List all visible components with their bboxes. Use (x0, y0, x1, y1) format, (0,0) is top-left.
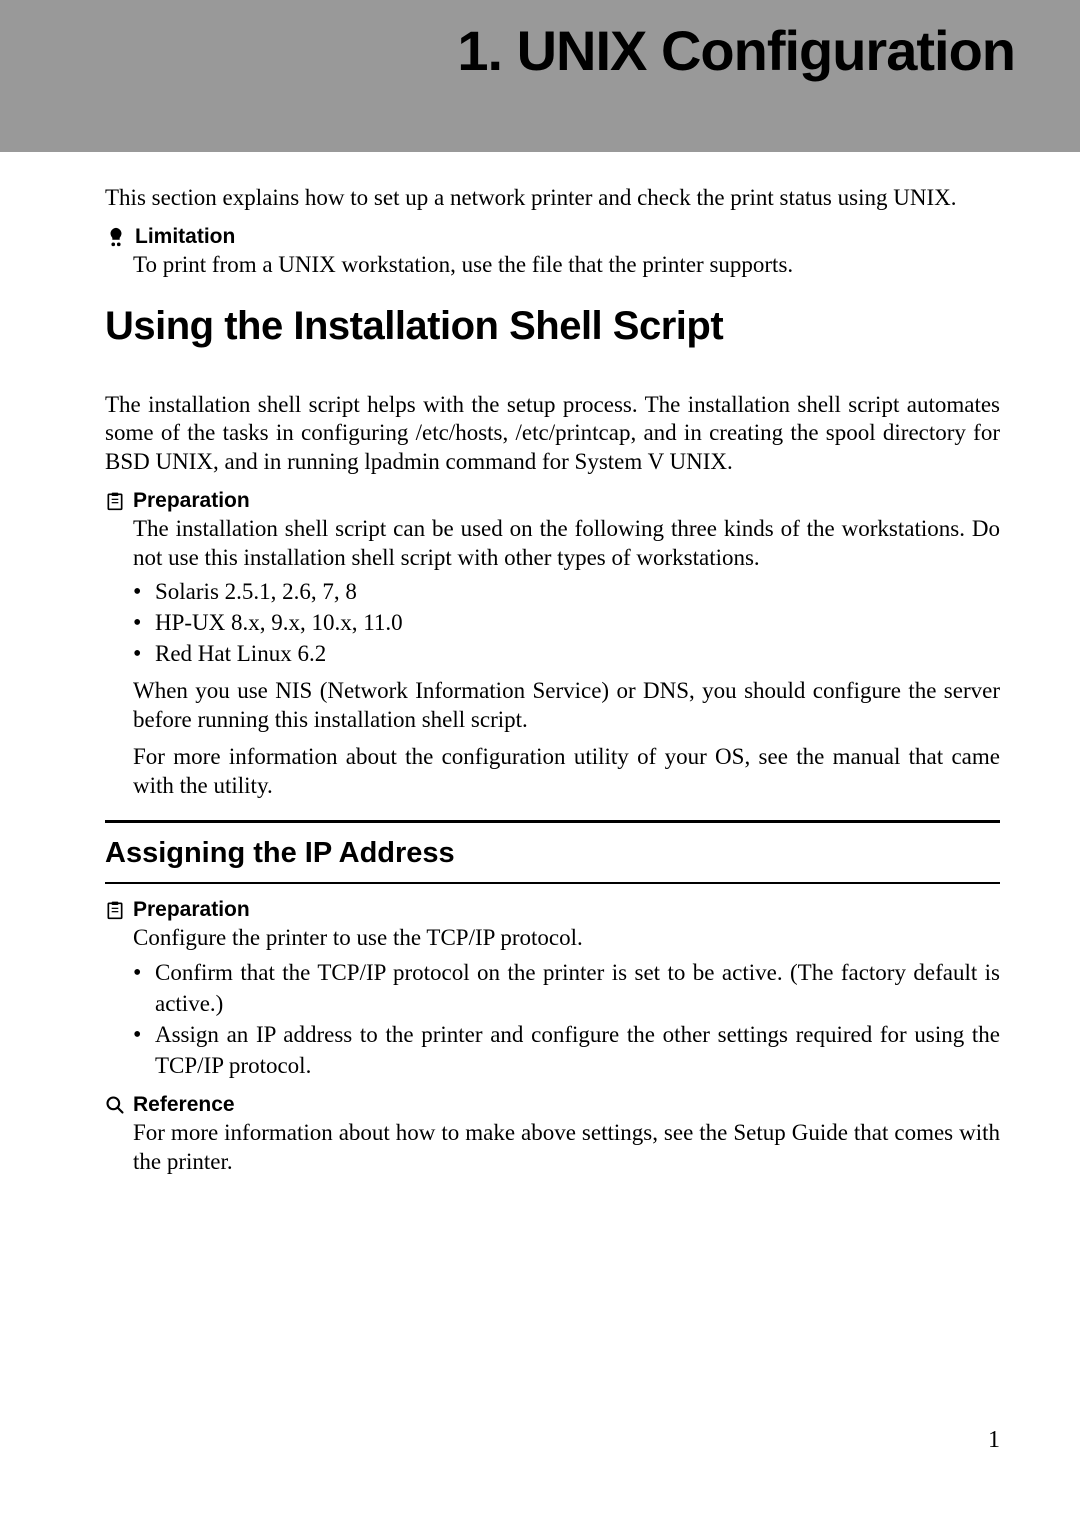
preparation2-block: Preparation Configure the printer to use… (105, 898, 1000, 1081)
clipboard-icon (105, 491, 125, 511)
preparation1-after1: When you use NIS (Network Information Se… (105, 677, 1000, 735)
preparation1-list: Solaris 2.5.1, 2.6, 7, 8 HP-UX 8.x, 9.x,… (105, 576, 1000, 669)
reference-text: For more information about how to make a… (105, 1119, 1000, 1177)
preparation1-label: Preparation (133, 489, 250, 513)
list-item: HP-UX 8.x, 9.x, 10.x, 11.0 (155, 607, 1000, 638)
magnifier-icon (105, 1093, 125, 1117)
reference-label: Reference (133, 1093, 235, 1117)
subsection-rule-bottom (105, 882, 1000, 884)
list-item: Assign an IP address to the printer and … (155, 1019, 1000, 1081)
preparation2-header: Preparation (105, 898, 1000, 922)
list-item: Solaris 2.5.1, 2.6, 7, 8 (155, 576, 1000, 607)
page-number: 1 (988, 1427, 1000, 1454)
list-item: Confirm that the TCP/IP protocol on the … (155, 957, 1000, 1019)
preparation1-after2: For more information about the configura… (105, 743, 1000, 801)
limitation-label: Limitation (135, 225, 235, 249)
preparation1-header: Preparation (105, 489, 1000, 513)
page-content: This section explains how to set up a ne… (0, 152, 1080, 1177)
chapter-title: 1. UNIX Configuration (0, 18, 1015, 83)
preparation1-block: Preparation The installation shell scrip… (105, 489, 1000, 801)
intro-paragraph: This section explains how to set up a ne… (105, 184, 1000, 213)
preparation2-list: Confirm that the TCP/IP protocol on the … (105, 957, 1000, 1081)
limitation-icon (105, 226, 127, 248)
limitation-text: To print from a UNIX workstation, use th… (105, 251, 1000, 280)
list-item: Red Hat Linux 6.2 (155, 638, 1000, 669)
subsection-title-ip: Assigning the IP Address (105, 823, 1000, 882)
preparation2-label: Preparation (133, 898, 250, 922)
reference-block: Reference For more information about how… (105, 1093, 1000, 1177)
section1-paragraph: The installation shell script helps with… (105, 391, 1000, 477)
reference-header: Reference (105, 1093, 1000, 1117)
preparation2-intro: Configure the printer to use the TCP/IP … (105, 924, 1000, 953)
limitation-header: Limitation (105, 225, 1000, 249)
clipboard-icon (105, 900, 125, 920)
limitation-block: Limitation To print from a UNIX workstat… (105, 225, 1000, 280)
preparation1-intro: The installation shell script can be use… (105, 515, 1000, 573)
section-title-shell-script: Using the Installation Shell Script (105, 304, 1000, 349)
chapter-header-band: 1. UNIX Configuration (0, 0, 1080, 152)
